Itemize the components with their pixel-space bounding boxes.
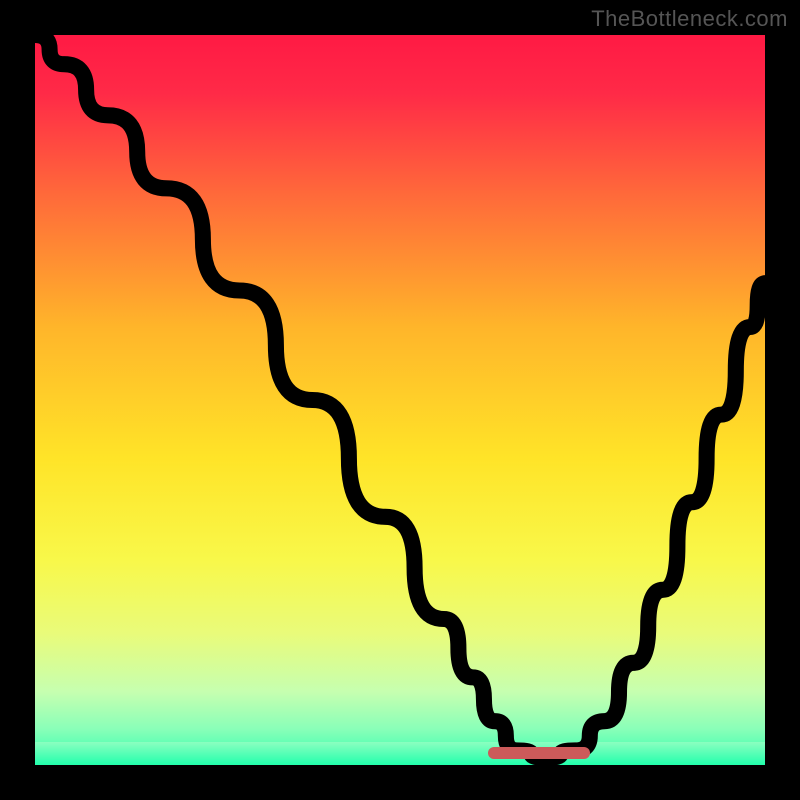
chart-frame: TheBottleneck.com (0, 0, 800, 800)
plot-area (35, 35, 765, 765)
bottleneck-curve (35, 35, 765, 758)
optimal-range-marker (488, 747, 590, 759)
curve-layer (35, 35, 765, 765)
watermark-text: TheBottleneck.com (591, 6, 788, 32)
